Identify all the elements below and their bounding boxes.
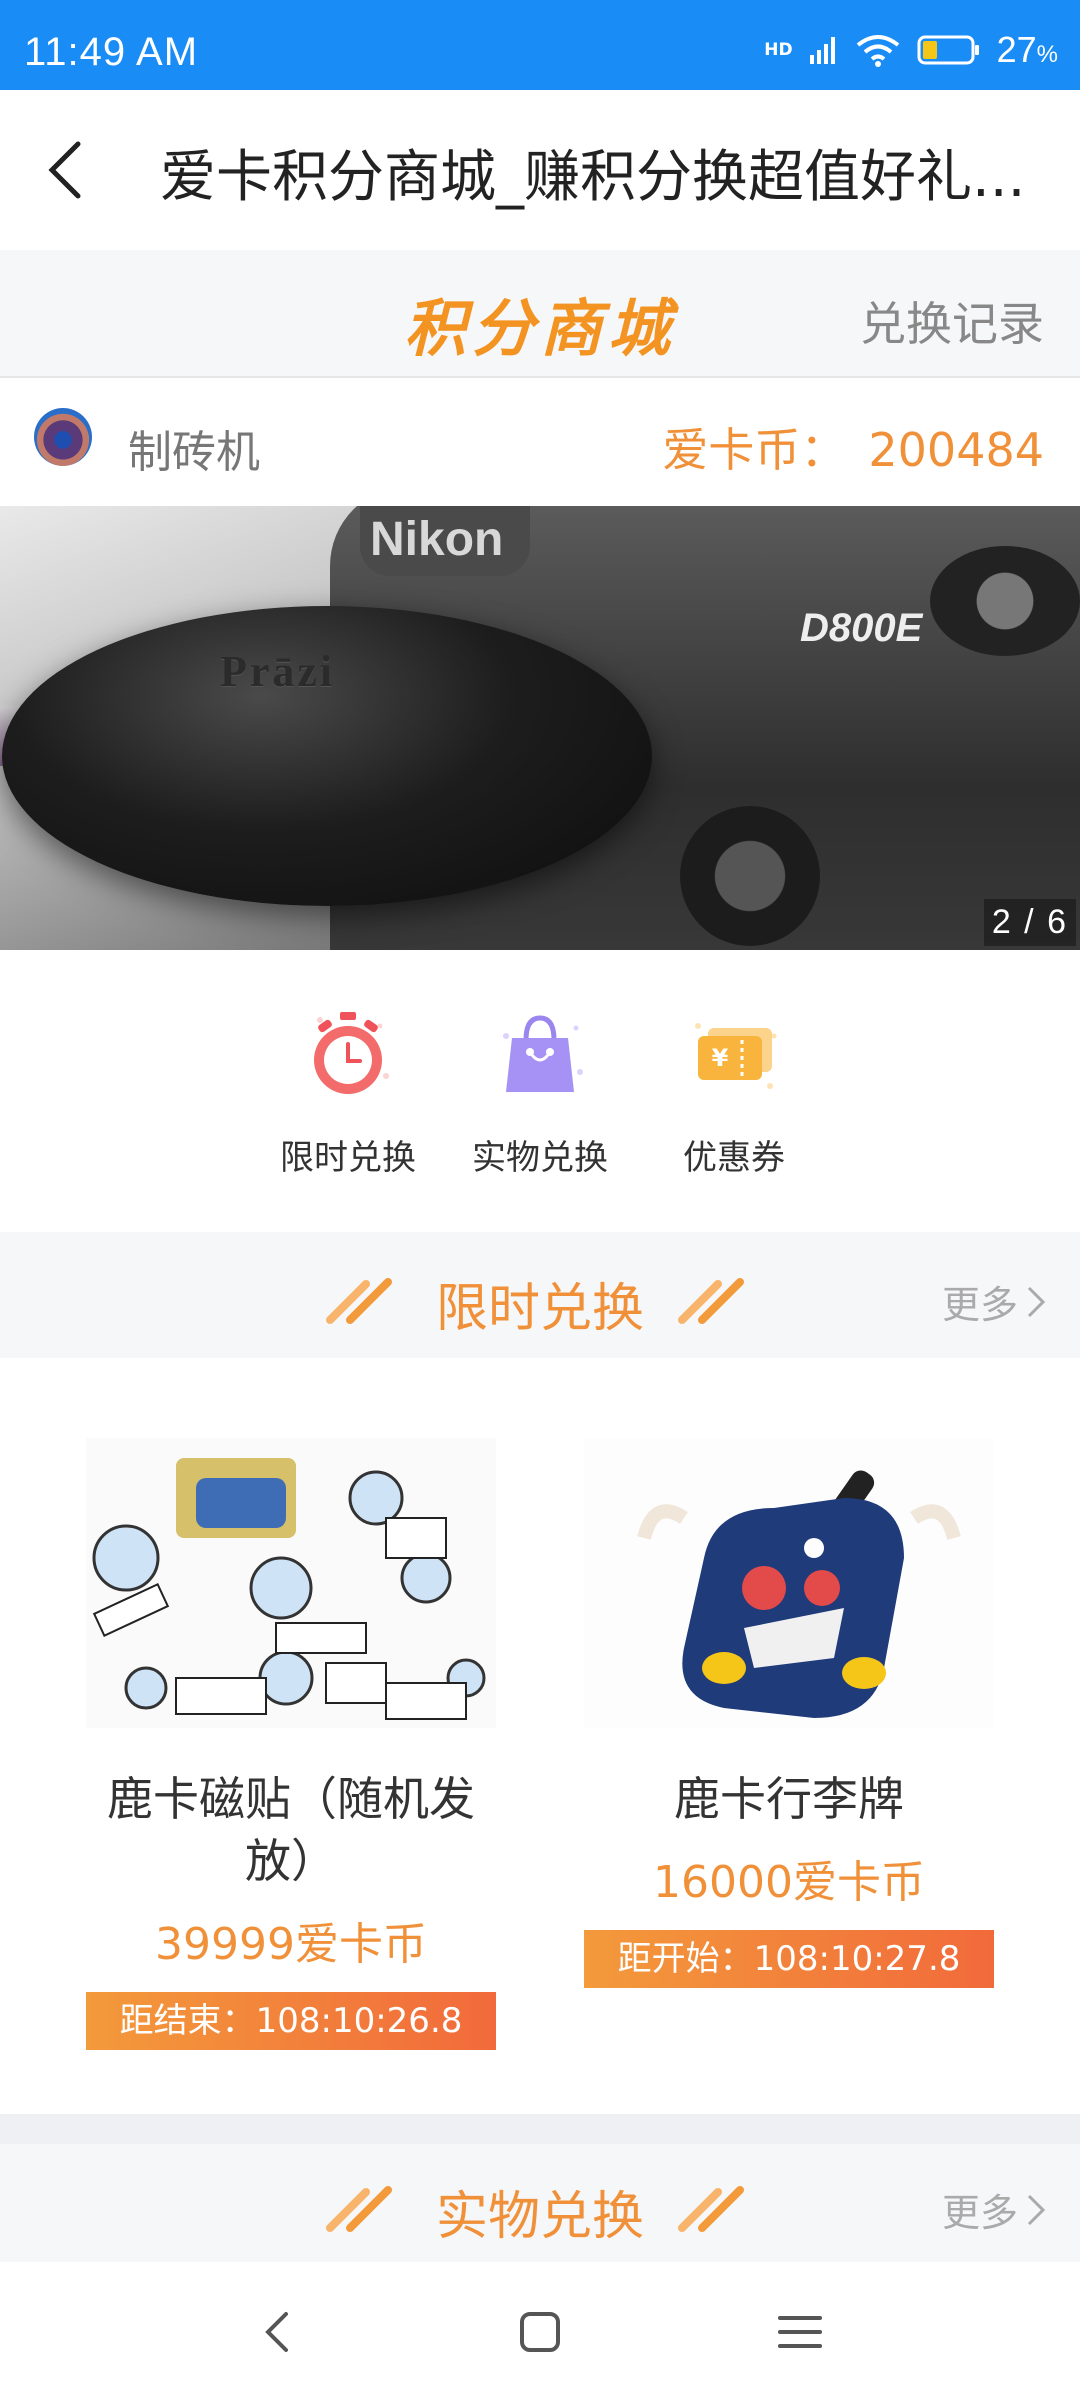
quick-entry-label: 优惠券 (683, 1138, 785, 1178)
chevron-right-icon (1027, 2194, 1046, 2225)
status-icons: HD 27% (764, 28, 1058, 72)
quick-entry-row: 限时兑换 实物兑换 ¥ 优惠券 (0, 950, 1080, 1232)
quick-entry-label: 实物兑换 (472, 1138, 608, 1178)
banner-carousel[interactable]: Nikon D800E Prāzi 2 / 6 (0, 506, 1080, 950)
page-title: 爱卡积分商城_赚积分换超值好礼... (160, 145, 1026, 210)
banner-camera-dial-lower (680, 806, 820, 946)
battery-percent: 27% (996, 29, 1058, 70)
banner-product-brand: Prāzi (220, 647, 336, 696)
quick-entry-physical[interactable]: 实物兑换 (450, 1006, 630, 1179)
nav-home-icon[interactable] (510, 2302, 570, 2362)
status-bar: 11:49 AM HD 27% (0, 0, 1080, 90)
countdown-timer: 距结束：108:10:26.8 (86, 1992, 496, 2050)
product-price: 16000爱卡币 (653, 1857, 925, 1908)
avatar[interactable] (34, 408, 92, 466)
luggage-tag-image (584, 1438, 994, 1728)
nav-menu-icon[interactable] (770, 2302, 830, 2362)
battery-icon (917, 35, 979, 65)
product-card[interactable]: 鹿卡行李牌 16000爱卡币 距开始：108:10:27.8 (584, 1438, 994, 1988)
product-image-stickers (86, 1438, 496, 1728)
exchange-record-link[interactable]: 兑换记录 (860, 288, 1044, 354)
shopping-bag-icon (503, 1015, 583, 1092)
mall-header: 积分商城 兑换记录 (0, 250, 1080, 378)
section-title: 实物兑换 (435, 2187, 644, 2247)
network-type: HD (764, 39, 793, 60)
coupon-icon: ¥ (695, 1023, 777, 1089)
more-link-physical[interactable]: 更多 (942, 2182, 1046, 2237)
nav-back-icon[interactable] (248, 2302, 308, 2362)
title-bar: 爱卡积分商城_赚积分换超值好礼... (0, 90, 1080, 250)
product-price: 39999爱卡币 (155, 1919, 427, 1970)
section-decoration-icon (678, 2186, 744, 2232)
section-header-limited: 限时兑换 更多 (0, 1232, 1080, 1358)
back-arrow-icon[interactable] (40, 140, 96, 200)
status-time: 11:49 AM (24, 30, 199, 74)
user-name: 制砖机 (128, 427, 260, 478)
section-divider (0, 2114, 1080, 2144)
sticker-collage-image (86, 1438, 496, 1728)
quick-entry-limited[interactable]: 限时兑换 (258, 1006, 438, 1179)
coin-value: 200484 (868, 423, 1044, 477)
product-name: 鹿卡行李牌 (674, 1772, 904, 1826)
wifi-icon (856, 35, 899, 67)
system-nav-bar (0, 2262, 1080, 2400)
quick-entry-label: 限时兑换 (280, 1138, 416, 1178)
chevron-right-icon (1027, 1286, 1046, 1317)
more-link-limited[interactable]: 更多 (942, 1274, 1046, 1329)
more-label: 更多 (941, 2191, 1018, 2235)
banner-page-indicator: 2 / 6 (983, 899, 1076, 946)
banner-camera-model: D800E (800, 606, 923, 650)
section-title: 限时兑换 (435, 1279, 644, 1339)
stopwatch-icon (314, 1012, 389, 1094)
more-label: 更多 (941, 1283, 1018, 1327)
product-card[interactable]: 鹿卡磁贴（随机发放） 39999爱卡币 距结束：108:10:26.8 (86, 1438, 496, 2050)
coin-label: 爱卡币： (662, 423, 847, 477)
coin-balance: 爱卡币： 200484 (662, 414, 1044, 480)
signal-icon (809, 37, 835, 64)
quick-entry-coupon[interactable]: ¥ 优惠券 (644, 1006, 824, 1179)
countdown-timer: 距开始：108:10:27.8 (584, 1930, 994, 1988)
user-info-row: 制砖机 爱卡币： 200484 (0, 378, 1080, 506)
product-image-luggage-tag (584, 1438, 994, 1728)
svg-text:¥: ¥ (712, 1044, 729, 1072)
section-decoration-icon (678, 1278, 744, 1324)
banner-camera-brand: Nikon (370, 513, 504, 566)
banner-camera-dial (930, 546, 1080, 656)
product-name: 鹿卡磁贴（随机发放） (107, 1772, 475, 1888)
limited-product-list: 鹿卡磁贴（随机发放） 39999爱卡币 距结束：108:10:26.8 鹿卡行李… (0, 1358, 1080, 2114)
section-header-physical: 实物兑换 更多 (0, 2144, 1080, 2262)
